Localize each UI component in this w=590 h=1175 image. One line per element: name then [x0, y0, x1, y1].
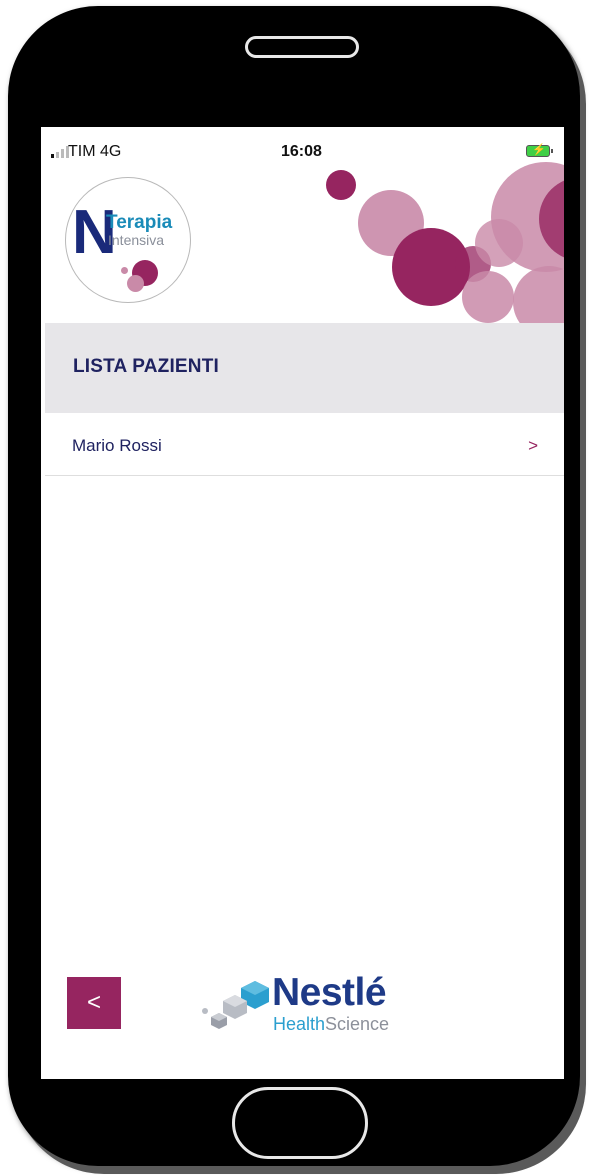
cubes-icon: [202, 981, 269, 1029]
patient-name: Mario Rossi: [72, 436, 162, 455]
logo-dot: [127, 275, 144, 292]
app-logo: N Terapia Intensiva: [65, 177, 191, 303]
brand-subtitle-health: Health: [273, 1014, 326, 1034]
page-title: LISTA PAZIENTI: [73, 356, 219, 377]
home-button[interactable]: [232, 1087, 368, 1159]
phone-frame: TIM 4G 16:08 ⚡ N Terapia Intensiva LISTA…: [8, 6, 580, 1166]
logo-text-line2: Intensiva: [108, 232, 165, 248]
logo-dot: [121, 267, 128, 274]
patient-list-item[interactable]: Mario Rossi >: [45, 413, 564, 476]
speaker-slot: [245, 36, 359, 58]
logo-text-line1: Terapia: [106, 212, 173, 233]
nestle-health-science-logo: Nestlé HealthScience: [199, 967, 419, 1037]
section-header: LISTA PAZIENTI: [45, 323, 564, 413]
brand-subtitle: HealthScience: [273, 1015, 389, 1033]
battery-charging-icon: ⚡: [526, 144, 553, 157]
back-button[interactable]: <: [67, 977, 121, 1029]
brand-subtitle-science: Science: [325, 1014, 390, 1034]
chevron-right-icon: >: [528, 436, 538, 455]
brand-name: Nestlé: [272, 971, 387, 1014]
app-header: N Terapia Intensiva: [41, 157, 564, 323]
app-screen: TIM 4G 16:08 ⚡ N Terapia Intensiva LISTA…: [41, 127, 564, 1079]
